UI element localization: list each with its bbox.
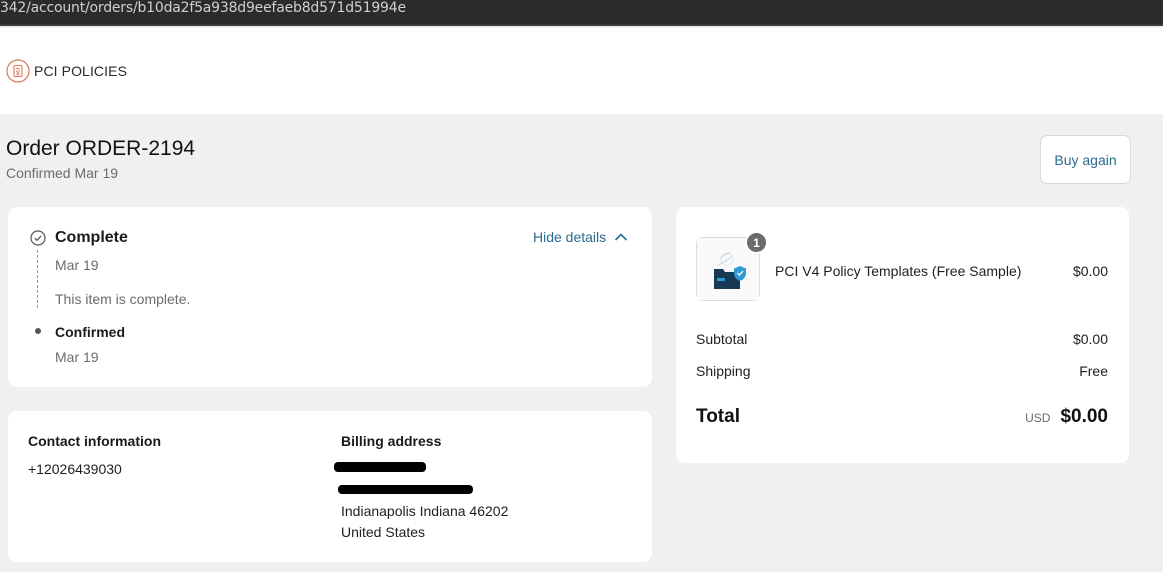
redacted-billing-street [338,485,473,494]
billing-heading: Billing address [341,433,442,449]
status-confirmed-date: Mar 19 [55,349,99,365]
billing-city-line: Indianapolis Indiana 46202 [341,503,509,519]
subtotal-value: $0.00 [1072,331,1108,347]
order-summary-card: 1 PCI V4 Policy Templates (Free Sample) … [676,207,1129,463]
product-name: PCI V4 Policy Templates (Free Sample) [775,263,1022,279]
brand-name: PCI POLICIES [34,63,128,79]
browser-address-bar[interactable]: 342/account/orders/b10da2f5a938d9eefaeb8… [0,0,1163,26]
total-value: $0.00 [1060,406,1108,427]
timeline-connector [37,250,38,308]
buy-again-button[interactable]: Buy again [1040,135,1131,184]
hide-details-toggle[interactable]: Hide details [533,229,628,245]
quantity-badge: 1 [745,231,768,254]
chevron-up-icon [615,233,628,241]
status-complete-description: This item is complete. [55,291,191,307]
contact-phone: +12026439030 [28,461,122,477]
product-price: $0.00 [1072,263,1108,279]
store-header: PCI POLICIES [0,28,1163,114]
billing-country: United States [341,524,426,540]
redacted-billing-name [334,462,426,472]
status-complete-date: Mar 19 [55,257,99,273]
document-icon [6,59,30,83]
shipping-value: Free [1079,363,1108,379]
subtotal-label: Subtotal [696,331,748,347]
currency-code: USD [1025,411,1051,425]
page-title: Order ORDER-2194 [6,137,196,160]
hide-details-label: Hide details [533,229,607,245]
customer-info-card: Contact information +12026439030 Billing… [8,411,652,562]
address-url[interactable]: 342/account/orders/b10da2f5a938d9eefaeb8… [0,0,406,17]
order-confirmed-date: Confirmed Mar 19 [6,165,119,181]
check-circle-icon [30,230,46,246]
total-amount: USD $0.00 [1025,406,1108,428]
store-logo[interactable]: PCI POLICIES [6,59,127,83]
shipping-label: Shipping [696,363,751,379]
status-confirmed-label: Confirmed [55,324,125,340]
fulfillment-status-card: Complete Mar 19 This item is complete. C… [8,207,652,387]
timeline-dot [35,328,41,334]
total-label: Total [696,406,740,427]
contact-heading: Contact information [28,433,161,449]
status-complete-label: Complete [55,229,128,246]
